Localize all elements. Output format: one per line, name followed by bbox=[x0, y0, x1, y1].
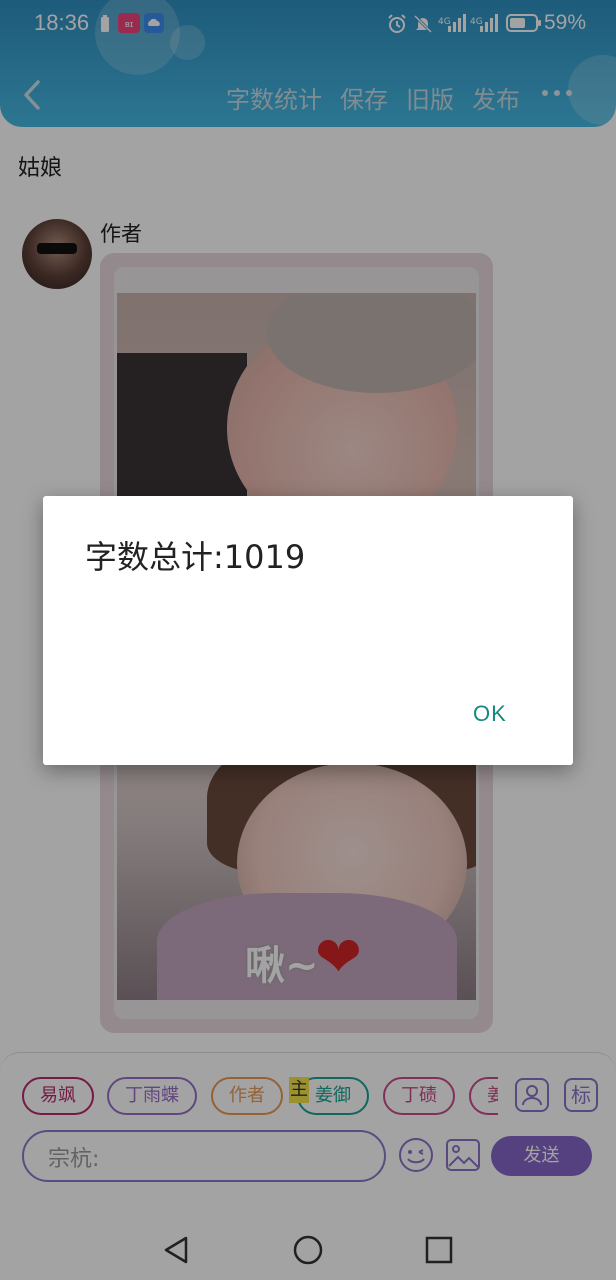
dialog-message: 字数总计:1019 bbox=[85, 538, 306, 576]
word-count-dialog: 字数总计:1019 OK bbox=[43, 496, 573, 765]
ok-button[interactable]: OK bbox=[473, 701, 507, 727]
